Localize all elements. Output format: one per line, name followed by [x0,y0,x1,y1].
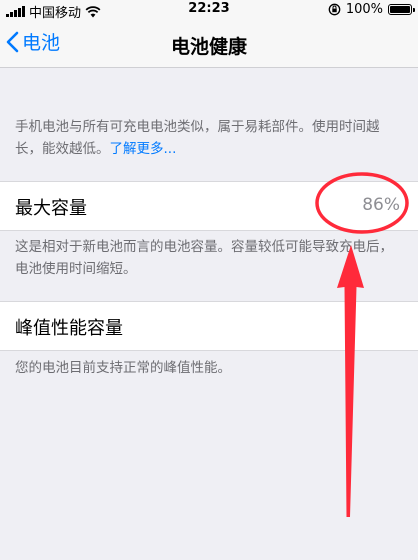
annotation-arrow [337,245,364,517]
peak-performance-cell: 峰值性能容量 [0,301,418,351]
max-capacity-cell: 最大容量 86% [0,181,418,231]
max-capacity-label: 最大容量 [15,198,87,219]
intro-description: 手机电池与所有可充电电池类似，属于易耗部件。使用时间越长，能效越低。了解更多..… [15,116,403,160]
peak-performance-footer: 您的电池目前支持正常的峰值性能。 [15,360,231,376]
status-bar: 中国移动 22:23 100% [0,0,418,21]
max-capacity-footer: 这是相对于新电池而言的电池容量。容量较低可能导致充电后，电池使用时间缩短。 [15,239,393,277]
peak-performance-label: 峰值性能容量 [15,318,123,339]
max-capacity-value: 86% [362,195,400,215]
intro-text: 手机电池与所有可充电电池类似，属于易耗部件。使用时间越长，能效越低。 [15,119,380,157]
battery-percent: 100% [345,2,383,17]
battery-icon [388,4,415,15]
navigation-bar: 电池 电池健康 [0,20,418,68]
status-right: 100% [328,2,415,17]
annotation-overlay [315,172,409,517]
page-title: 电池健康 [170,36,247,58]
orientation-lock-icon [328,3,341,16]
learn-more-link[interactable]: 了解更多... [110,141,177,157]
